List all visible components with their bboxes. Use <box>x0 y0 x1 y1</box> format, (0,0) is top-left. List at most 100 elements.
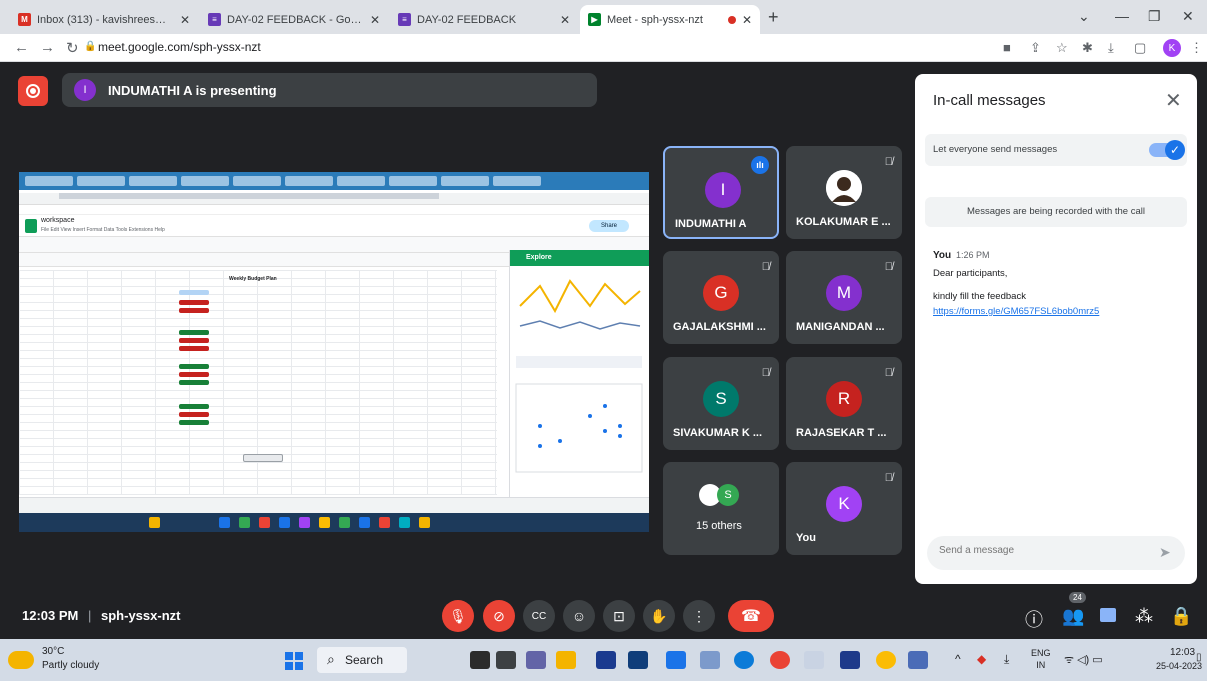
extensions-icon[interactable]: ✱ <box>1082 40 1093 56</box>
app-icon-1[interactable] <box>470 651 490 669</box>
reactions-button[interactable]: ☺ <box>563 600 595 632</box>
camera-icon[interactable]: ■ <box>1003 40 1011 55</box>
participant-tile-kolakumar[interactable]: 🎙̸ KOLAKUMAR E ... <box>786 146 902 239</box>
download-icon[interactable]: ⤓ <box>1108 40 1114 56</box>
language-code: ENG <box>1031 648 1051 658</box>
tab-gmail[interactable]: M Inbox (313) - kavishrees@svce.a ✕ <box>10 5 198 34</box>
weather-temperature[interactable]: 30°C <box>42 646 64 657</box>
participant-tile-others[interactable]: S 15 others <box>663 462 779 555</box>
shared-address-bar <box>19 193 649 205</box>
taskbar-search-label: Search <box>345 653 384 667</box>
close-window-button[interactable]: ✕ <box>1182 8 1194 25</box>
forward-icon[interactable]: → <box>40 39 55 56</box>
tab-google-form[interactable]: ≡ DAY-02 FEEDBACK - Google Form ✕ <box>200 5 388 34</box>
participant-tile-manigandan[interactable]: M 🎙̸ MANIGANDAN ... <box>786 251 902 344</box>
mic-off-icon: 🎙̸ <box>884 472 893 484</box>
menu-kebab-icon[interactable]: ⋮ <box>1190 40 1203 56</box>
app-icon-2[interactable] <box>496 651 516 669</box>
people-count-badge: 24 <box>1069 592 1086 603</box>
app-icon-12[interactable] <box>840 651 860 669</box>
participant-tile-sivakumar[interactable]: S 🎙̸ SIVAKUMAR K ... <box>663 357 779 450</box>
people-button[interactable]: 👥 <box>1062 606 1084 627</box>
participant-name: SIVAKUMAR K ... <box>673 427 763 439</box>
presenter-avatar: I <box>74 79 96 101</box>
profile-avatar[interactable]: K <box>1163 39 1181 57</box>
panel-title: In-call messages <box>933 92 1046 109</box>
address-bar: ← → ↻ 🔒 meet.google.com/sph-yssx-nzt ■ ⇪… <box>0 34 1207 62</box>
back-icon[interactable]: ← <box>14 39 29 56</box>
share-page-icon[interactable]: ⇪ <box>1030 40 1041 56</box>
close-tab-icon[interactable]: ✕ <box>370 13 380 27</box>
lock-icon[interactable]: 🔒 <box>84 41 96 52</box>
file-explorer-icon[interactable] <box>556 651 576 669</box>
edge-icon[interactable] <box>734 651 754 669</box>
notifications-icon[interactable]: ▯ <box>1196 652 1202 663</box>
wifi-volume-battery-icons[interactable]: ᯤ ◁) ▭ <box>1064 652 1103 667</box>
tray-app-icon[interactable]: ◆ <box>977 652 986 666</box>
host-controls-button[interactable]: 🔒 <box>1170 606 1192 627</box>
tray-download-icon[interactable]: ⤓ <box>1004 652 1009 667</box>
shared-taskbar <box>19 513 649 532</box>
captions-button[interactable]: CC <box>523 600 555 632</box>
leave-call-button[interactable]: ☎ <box>728 600 774 632</box>
sidepanel-icon[interactable]: ▢ <box>1134 40 1146 56</box>
tab-meet[interactable]: ▶ Meet - sph-yssx-nzt ✕ <box>580 5 760 34</box>
weather-icon[interactable] <box>8 651 34 669</box>
participant-tile-you[interactable]: K 🎙̸ You <box>786 462 902 555</box>
minimize-button[interactable]: — <box>1115 8 1129 24</box>
shared-screen[interactable]: workspace File Edit View Insert Format D… <box>19 172 649 532</box>
chrome-icon[interactable] <box>770 651 790 669</box>
speaking-indicator-icon: ılı <box>751 156 769 174</box>
shared-explore-title: Explore <box>510 250 649 266</box>
hang-up-icon: ☎ <box>741 608 761 625</box>
more-options-button[interactable]: ⋮ <box>683 600 715 632</box>
app-icon-6[interactable] <box>628 651 648 669</box>
forms-icon: ≡ <box>398 13 411 26</box>
activities-button[interactable]: ⁂ <box>1135 606 1153 627</box>
tab-feedback[interactable]: ≡ DAY-02 FEEDBACK ✕ <box>390 5 578 34</box>
allow-messages-row: Let everyone send messages ✓ <box>925 134 1187 166</box>
taskbar-search[interactable]: ⌕ Search <box>317 647 407 673</box>
new-tab-button[interactable]: + <box>768 7 779 28</box>
close-tab-icon[interactable]: ✕ <box>560 13 570 27</box>
taskbar-time[interactable]: 12:03 <box>1170 647 1195 658</box>
language-indicator[interactable]: ENG IN <box>1031 647 1051 671</box>
participant-tile-gajalakshmi[interactable]: G 🎙̸ GAJALAKSHMI ... <box>663 251 779 344</box>
shared-sheet-tabs <box>19 497 649 513</box>
chat-button-active[interactable] <box>1100 608 1116 622</box>
record-icon <box>26 84 40 98</box>
weather-description[interactable]: Partly cloudy <box>42 660 99 671</box>
close-tab-icon[interactable]: ✕ <box>180 13 190 27</box>
forms-icon: ≡ <box>208 13 221 26</box>
participant-tile-rajasekar[interactable]: R 🎙̸ RAJASEKAR T ... <box>786 357 902 450</box>
recording-indicator-button[interactable] <box>18 76 48 106</box>
show-hidden-icons[interactable]: ^ <box>955 652 961 666</box>
restore-button[interactable]: ❐ <box>1148 8 1161 25</box>
close-tab-icon[interactable]: ✕ <box>742 13 752 27</box>
participant-tile-indumathi[interactable]: I ılı INDUMATHI A <box>663 146 779 239</box>
bookmark-star-icon[interactable]: ☆ <box>1056 40 1068 56</box>
close-panel-button[interactable]: ✕ <box>1165 88 1182 113</box>
app-icon-11[interactable] <box>804 651 824 669</box>
send-icon[interactable]: ➤ <box>1159 544 1171 561</box>
app-icon-8[interactable] <box>700 651 720 669</box>
store-icon[interactable] <box>666 651 686 669</box>
camera-toggle-button[interactable]: ⊘ <box>483 600 515 632</box>
chrome-canary-icon[interactable] <box>876 651 896 669</box>
reload-icon[interactable]: ↻ <box>66 39 79 57</box>
url-field[interactable]: meet.google.com/sph-yssx-nzt <box>98 40 261 54</box>
message-link[interactable]: https://forms.gle/GM657FSL6bob0mrz5 <box>933 306 1099 317</box>
raise-hand-button[interactable]: ✋ <box>643 600 675 632</box>
mic-toggle-button[interactable]: 🎙 <box>442 600 474 632</box>
teams-icon[interactable] <box>526 651 546 669</box>
windows-start-icon[interactable] <box>285 652 303 670</box>
allow-messages-toggle[interactable]: ✓ <box>1149 140 1185 160</box>
meeting-info-button[interactable]: ⓘ <box>1025 606 1043 632</box>
send-message-input[interactable] <box>939 545 1139 556</box>
present-button[interactable]: ⊡ <box>603 600 635 632</box>
app-icon-5[interactable] <box>596 651 616 669</box>
browser-tab-bar: M Inbox (313) - kavishrees@svce.a ✕ ≡ DA… <box>0 0 1207 34</box>
app-icon-14[interactable] <box>908 651 928 669</box>
tab-search-icon[interactable]: ⌄ <box>1078 8 1090 25</box>
windows-taskbar: 30°C Partly cloudy ⌕ Search ^ ◆ ⤓ ENG IN… <box>0 639 1207 681</box>
